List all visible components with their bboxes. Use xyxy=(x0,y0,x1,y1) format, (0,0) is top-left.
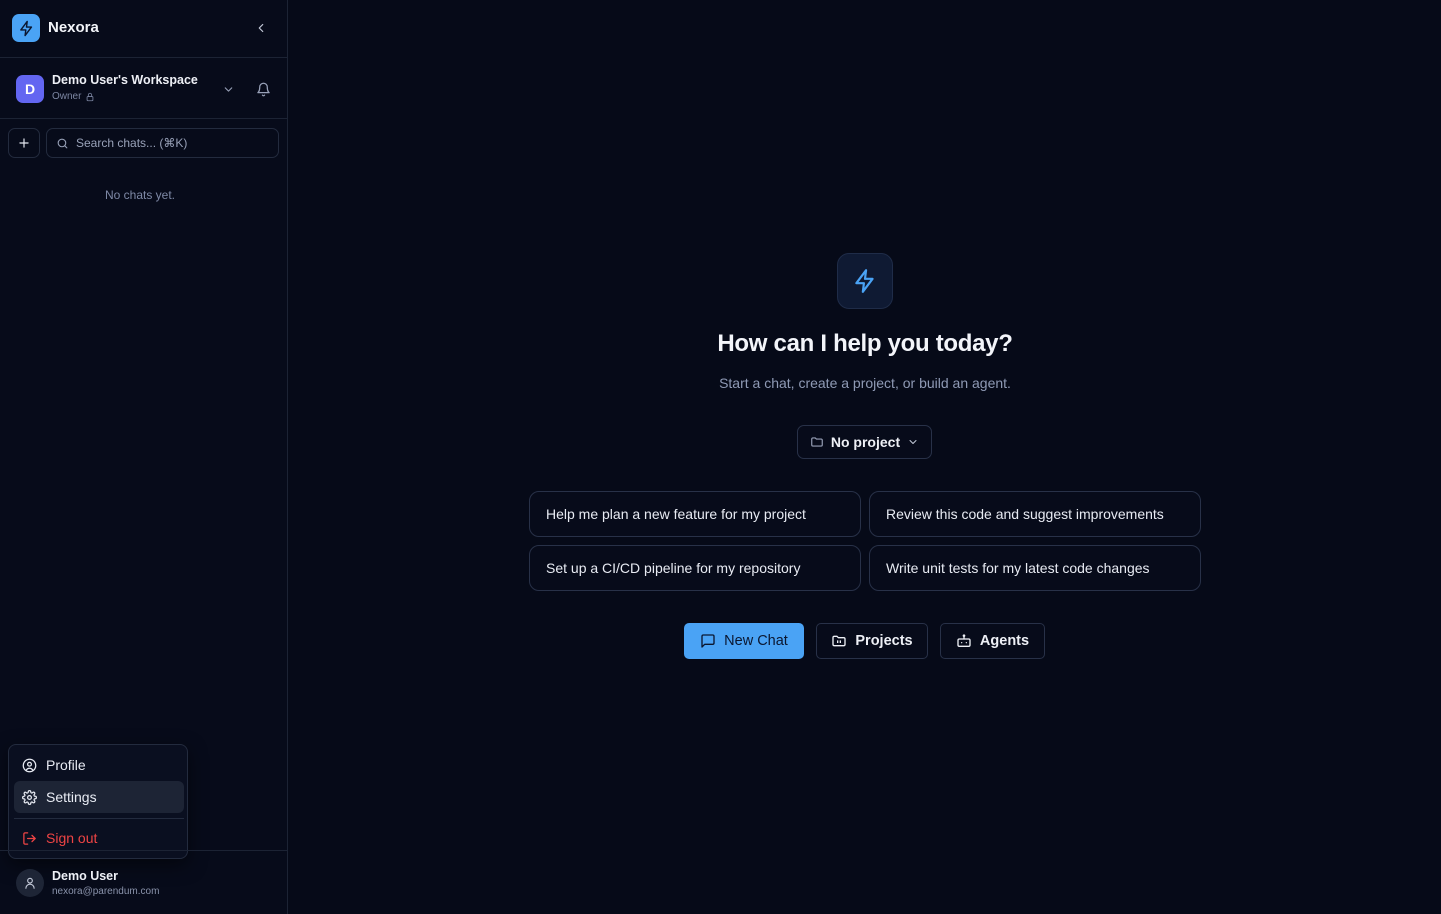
menu-item-label: Profile xyxy=(46,757,86,773)
bell-icon xyxy=(256,82,270,96)
bot-icon xyxy=(957,634,971,647)
workspace-role-label: Owner xyxy=(52,91,82,102)
hero-bolt-icon xyxy=(837,253,893,309)
workspace-switcher[interactable]: D Demo User's Workspace Owner xyxy=(0,58,287,119)
chevron-left-icon xyxy=(258,23,264,33)
menu-item-label: Settings xyxy=(46,789,97,805)
projects-button[interactable]: Projects xyxy=(816,623,928,659)
projects-label: Projects xyxy=(855,633,913,649)
workspace-name: Demo User's Workspace xyxy=(52,73,198,87)
search-icon xyxy=(57,138,68,148)
empty-chats-message: No chats yet. xyxy=(104,188,176,202)
chevron-down-icon xyxy=(224,86,232,92)
suggestion-card[interactable]: Write unit tests for my latest code chan… xyxy=(869,545,1201,591)
user-circle-icon xyxy=(22,758,37,772)
project-selector[interactable]: No project xyxy=(797,425,932,459)
project-selector-label: No project xyxy=(830,434,901,450)
brand-header: Nexora xyxy=(0,0,287,58)
new-chat-sidebar-button[interactable] xyxy=(8,128,40,158)
sidebar: Nexora D Demo User's Workspace Owner No … xyxy=(0,0,288,914)
agents-label: Agents xyxy=(979,633,1030,649)
user-account-button[interactable]: Demo User nexora@parendum.com xyxy=(0,850,287,914)
folder-icon xyxy=(832,635,847,647)
menu-divider xyxy=(14,818,184,819)
avatar xyxy=(16,869,44,897)
workspace-avatar: D xyxy=(16,75,44,103)
user-icon xyxy=(25,877,35,889)
menu-item-profile[interactable]: Profile xyxy=(14,749,184,781)
folder-icon xyxy=(811,437,823,447)
page-subtitle: Start a chat, create a project, or build… xyxy=(719,375,1011,391)
plus-icon xyxy=(19,138,29,148)
logout-icon xyxy=(23,831,36,845)
workspace-role: Owner xyxy=(52,91,95,102)
menu-item-label: Sign out xyxy=(46,830,98,846)
user-email: nexora@parendum.com xyxy=(52,886,160,897)
collapse-sidebar-button[interactable] xyxy=(251,18,271,38)
new-chat-button[interactable]: New Chat xyxy=(684,623,804,659)
suggestion-card[interactable]: Review this code and suggest improvement… xyxy=(869,491,1201,537)
agents-button[interactable]: Agents xyxy=(940,623,1045,659)
brand-name: Nexora xyxy=(48,19,99,36)
lock-icon xyxy=(87,92,94,101)
bolt-icon xyxy=(12,14,40,42)
menu-item-settings[interactable]: Settings xyxy=(14,781,184,813)
gear-icon xyxy=(22,789,37,805)
user-menu: Profile Settings Sign out xyxy=(8,744,188,859)
new-chat-label: New Chat xyxy=(724,633,788,649)
chat-bubble-icon xyxy=(701,634,715,648)
suggestion-card[interactable]: Help me plan a new feature for my projec… xyxy=(529,491,861,537)
page-title: How can I help you today? xyxy=(717,330,1013,357)
search-input[interactable] xyxy=(76,136,266,150)
search-box[interactable] xyxy=(46,128,279,158)
workspace-dropdown-button[interactable] xyxy=(220,81,236,97)
user-name: Demo User xyxy=(52,869,118,883)
suggestion-card[interactable]: Set up a CI/CD pipeline for my repositor… xyxy=(529,545,861,591)
chevron-down-icon xyxy=(909,440,917,444)
notifications-button[interactable] xyxy=(254,80,272,98)
